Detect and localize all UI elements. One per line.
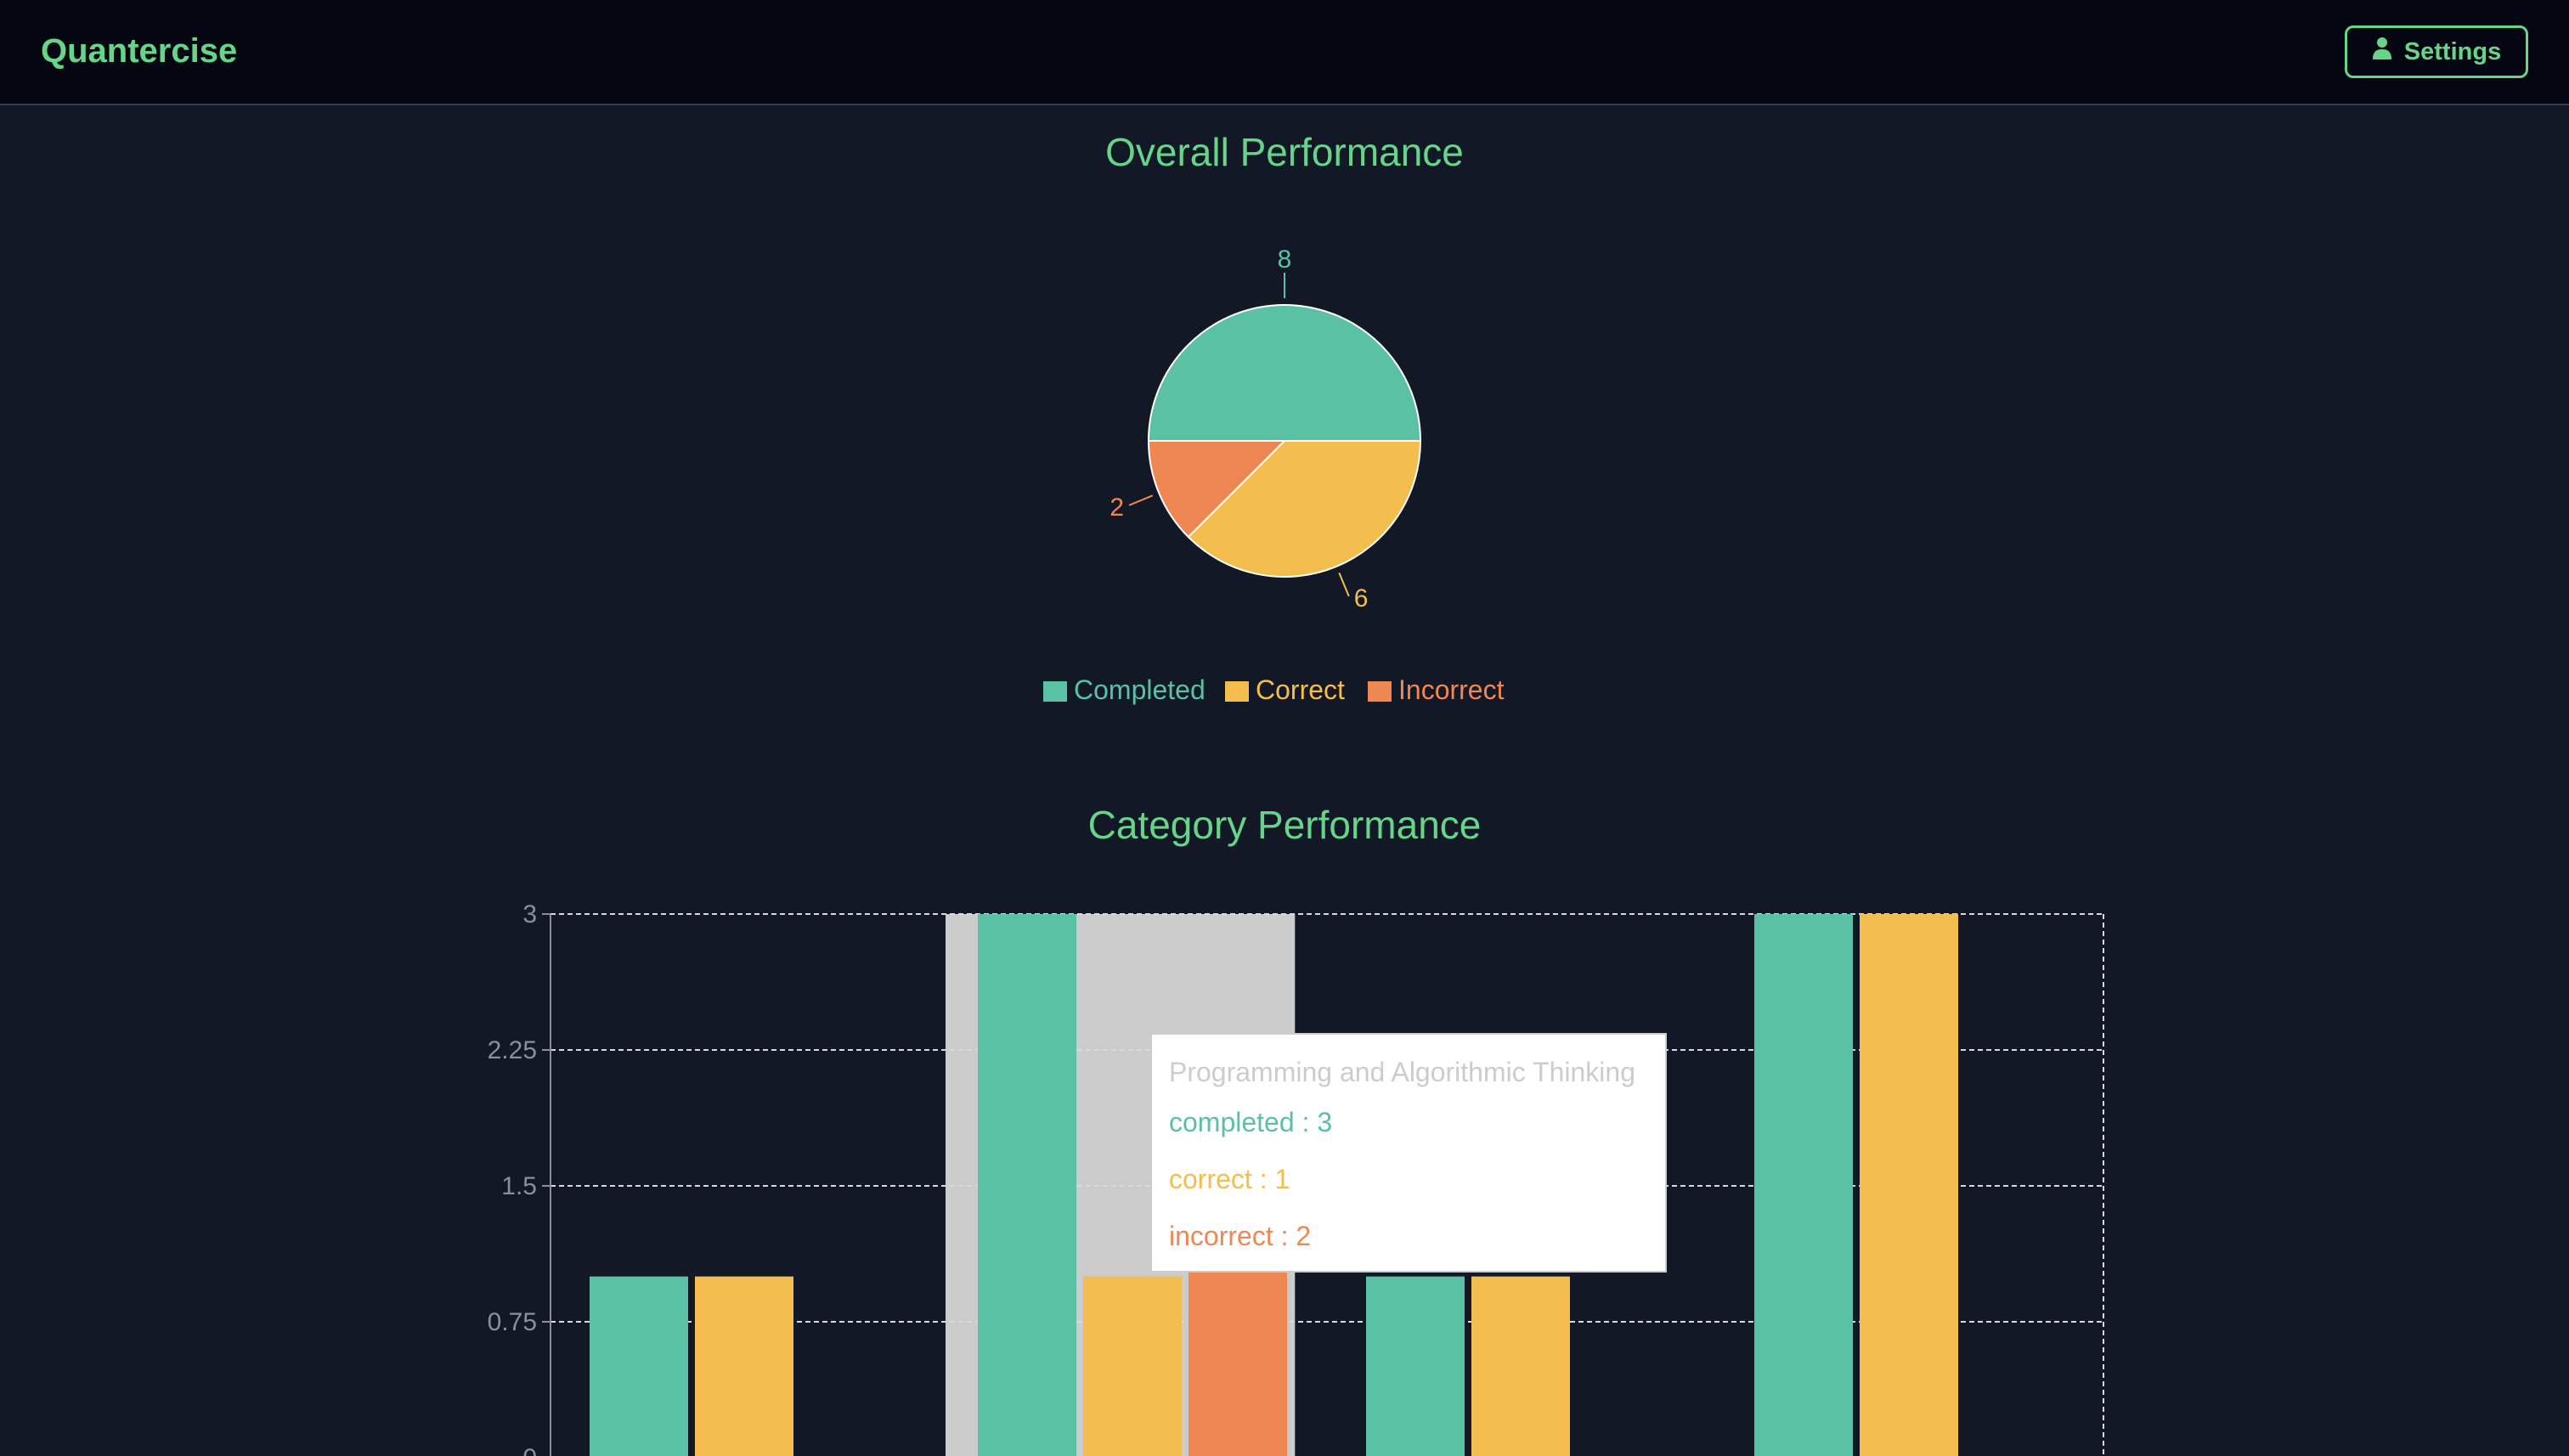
tooltip-title: Programming and Algorithmic Thinking xyxy=(1169,1057,1635,1087)
app-root: Quantercise Settings Overall Performance… xyxy=(0,0,2569,1456)
y-tick-label: 0.75 xyxy=(488,1308,537,1336)
bar-correct-1 xyxy=(1083,1276,1182,1456)
bar-correct-0 xyxy=(695,1276,793,1456)
bar-tooltip: Programming and Algorithmic Thinking com… xyxy=(1150,1033,1667,1273)
y-tick-label: 3 xyxy=(522,900,537,928)
bar-correct-3 xyxy=(1860,914,1958,1456)
legend-label-incorrect: Incorrect xyxy=(1398,674,1505,705)
pie-slice-completed xyxy=(1147,304,1422,442)
bar-completed-2 xyxy=(1366,1276,1465,1456)
bar-correct-2 xyxy=(1471,1276,1570,1456)
legend-swatch-incorrect xyxy=(1368,681,1392,702)
y-tick-label: 0 xyxy=(522,1444,537,1456)
bar-completed-0 xyxy=(590,1276,688,1456)
legend-swatch-correct xyxy=(1225,681,1249,702)
pie-label-line-incorrect xyxy=(1128,494,1154,506)
pie-label-line-correct xyxy=(1338,572,1350,597)
tooltip-correct: correct : 1 xyxy=(1169,1164,1290,1194)
legend-swatch-completed xyxy=(1043,681,1067,702)
tooltip-completed: completed : 3 xyxy=(1169,1107,1333,1137)
pie-data-label-correct: 6 xyxy=(1354,584,1369,612)
y-tick-label: 2.25 xyxy=(488,1036,537,1064)
tooltip-incorrect: incorrect : 2 xyxy=(1169,1221,1312,1251)
pie-data-label-incorrect: 2 xyxy=(1109,494,1124,522)
bar-completed-3 xyxy=(1754,914,1853,1456)
bar-completed-1 xyxy=(978,914,1076,1456)
legend-label-correct: Correct xyxy=(1256,674,1345,705)
y-tick-label: 1.5 xyxy=(501,1172,537,1200)
pie-data-label-completed: 8 xyxy=(1278,245,1292,274)
legend-label-completed: Completed xyxy=(1074,674,1205,705)
